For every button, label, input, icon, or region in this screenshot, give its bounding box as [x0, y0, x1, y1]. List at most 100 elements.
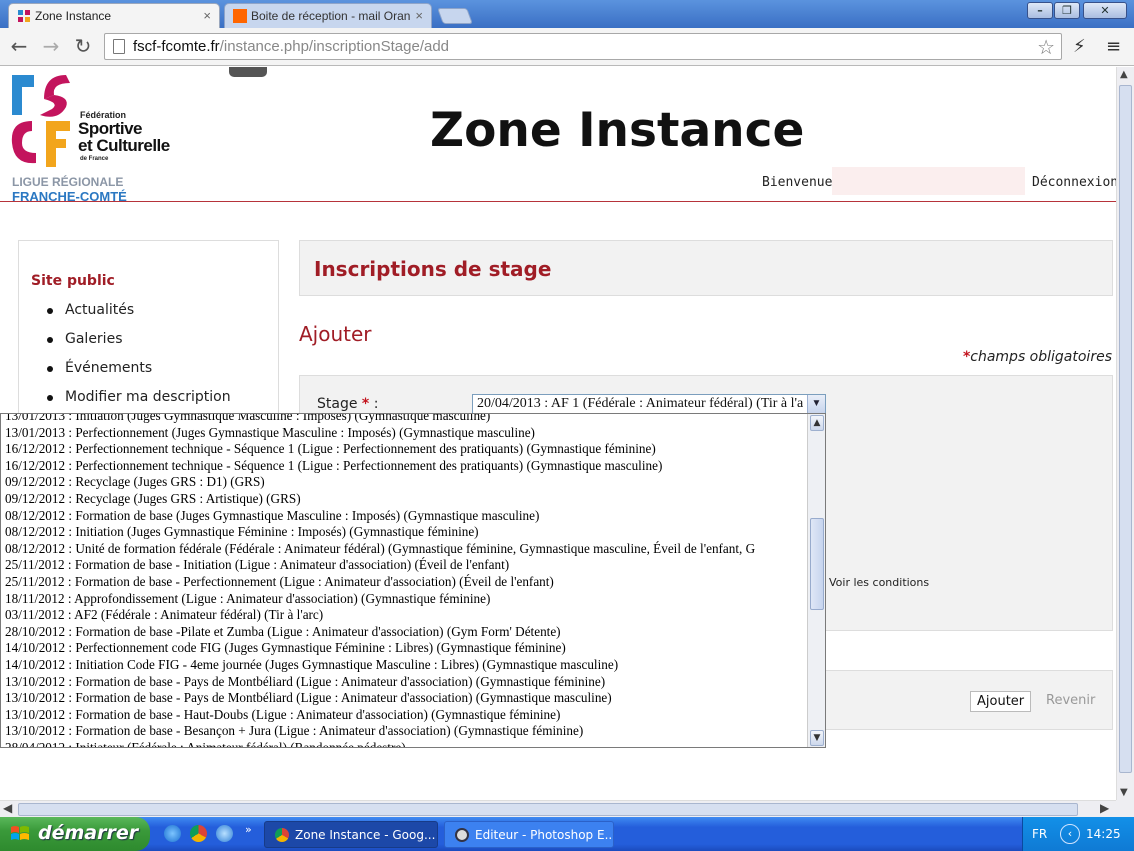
quicklaunch-more-icon[interactable]: » [245, 823, 252, 836]
logo-de-france-text: de France [80, 156, 109, 162]
list-item[interactable]: 14/10/2012 : Initiation Code FIG - 4eme … [1, 657, 807, 674]
taskbar-item-label: Zone Instance - Goog... [295, 828, 436, 842]
list-item[interactable]: 08/12/2012 : Unité de formation fédérale… [1, 541, 807, 558]
taskbar-item-photoshop[interactable]: Editeur - Photoshop E... [444, 821, 614, 848]
chrome-icon[interactable] [190, 825, 207, 842]
windows-taskbar: démarrer » Zone Instance - Goog... Edite… [0, 817, 1134, 851]
tab-close-icon[interactable]: × [415, 8, 423, 23]
taskbar-item-label: Editeur - Photoshop E... [475, 828, 614, 842]
dropdown-scroll-thumb[interactable] [810, 518, 824, 610]
start-button[interactable]: démarrer [0, 817, 150, 851]
scroll-left-arrow-icon[interactable]: ◀ [3, 801, 12, 815]
back-link[interactable]: Revenir [1046, 693, 1095, 708]
list-item[interactable]: 13/10/2012 : Formation de base - Pays de… [1, 674, 807, 691]
stage-dropdown-list[interactable]: 13/01/2013 : Initiation (Juges Gymnastiq… [0, 413, 826, 748]
list-item[interactable]: 13/10/2012 : Formation de base - Haut-Do… [1, 707, 807, 724]
page-hscroll-thumb[interactable] [18, 803, 1078, 816]
tab-zone-instance[interactable]: Zone Instance × [8, 3, 220, 28]
list-item[interactable]: 03/11/2012 : AF2 (Fédérale : Animateur f… [1, 607, 807, 624]
page-horizontal-scrollbar[interactable]: ◀ ▶ [0, 800, 1116, 817]
sidebar-item-actualites[interactable]: Actualités [45, 302, 231, 331]
scroll-down-arrow-icon[interactable]: ▼ [810, 730, 824, 746]
required-fields-note: *champs obligatoires [963, 349, 1112, 365]
section-title: Inscriptions de stage [314, 257, 552, 281]
minimize-button[interactable]: – [1027, 2, 1053, 19]
toolbar-toggle-handle[interactable] [229, 67, 267, 77]
maximize-button[interactable]: ❐ [1054, 2, 1080, 19]
scroll-up-arrow-icon[interactable]: ▲ [1120, 69, 1128, 80]
redacted-username [832, 167, 1025, 195]
new-tab-button[interactable] [437, 8, 473, 24]
list-item[interactable]: 13/10/2012 : Formation de base - Besanço… [1, 723, 807, 740]
language-indicator[interactable]: FR [1032, 827, 1047, 841]
logo-culturelle-text: et Culturelle [78, 136, 170, 155]
sidebar-menu: Actualités Galeries Événements Modifier … [45, 302, 231, 418]
stage-label-colon: : [369, 396, 379, 412]
required-note-text: champs obligatoires [970, 349, 1112, 365]
list-item[interactable]: 16/12/2012 : Perfectionnement technique … [1, 458, 807, 475]
list-item[interactable]: 08/12/2012 : Formation de base (Juges Gy… [1, 508, 807, 525]
list-item[interactable]: 14/10/2012 : Perfectionnement code FIG (… [1, 640, 807, 657]
site-title: Zone Instance [430, 103, 805, 158]
list-item[interactable]: 25/11/2012 : Formation de base - Perfect… [1, 574, 807, 591]
windows-flag-icon [11, 826, 29, 840]
address-bar[interactable]: fscf-fcomte.fr/instance.php/inscriptionS… [104, 33, 1062, 60]
list-item[interactable]: 16/12/2012 : Perfectionnement technique … [1, 441, 807, 458]
logo-ligue-text: LIGUE RÉGIONALE [12, 175, 124, 189]
scroll-up-arrow-icon[interactable]: ▲ [810, 415, 824, 431]
photoshop-icon [455, 828, 469, 842]
logout-link[interactable]: Déconnexion [1032, 175, 1116, 190]
chrome-menu-icon[interactable]: ≡ [1106, 36, 1121, 57]
internet-explorer-icon[interactable] [164, 825, 181, 842]
page-vertical-scrollbar[interactable]: ▲ ▼ [1116, 67, 1134, 800]
forward-arrow-icon[interactable]: → [40, 36, 62, 58]
tab-title: Zone Instance [35, 9, 112, 23]
scroll-right-arrow-icon[interactable]: ▶ [1100, 801, 1109, 815]
sidebar-item-galeries[interactable]: Galeries [45, 331, 231, 360]
list-item[interactable]: 28/04/2012 : Initiateur (Fédérale : Anim… [1, 740, 807, 747]
list-item[interactable]: 18/11/2012 : Approfondissement (Ligue : … [1, 591, 807, 608]
section-header: Inscriptions de stage [299, 240, 1113, 296]
tab-title: Boite de réception - mail Oran [251, 9, 411, 23]
list-item[interactable]: 13/01/2013 : Perfectionnement (Juges Gym… [1, 425, 807, 442]
stage-label-text: Stage [317, 396, 358, 412]
list-item[interactable]: 08/12/2012 : Initiation (Juges Gymnastiq… [1, 524, 807, 541]
scrollbar-corner [1116, 800, 1134, 817]
sidebar-item-evenements[interactable]: Événements [45, 360, 231, 389]
list-item[interactable]: 09/12/2012 : Recyclage (Juges GRS : D1) … [1, 474, 807, 491]
dropdown-scrollbar[interactable]: ▲ ▼ [807, 414, 825, 747]
window-close-button[interactable]: ✕ [1083, 2, 1127, 19]
tray-expand-icon[interactable]: ‹ [1060, 824, 1080, 844]
page-scroll-thumb[interactable] [1119, 85, 1132, 773]
add-button[interactable]: Ajouter [970, 691, 1032, 712]
stage-select[interactable]: 20/04/2013 : AF 1 (Fédérale : Animateur … [472, 394, 826, 415]
page-icon [113, 39, 125, 54]
fscf-favicon-icon [18, 10, 30, 22]
back-arrow-icon[interactable]: ← [8, 36, 30, 58]
fscf-logo-mark-icon [11, 75, 70, 167]
conditions-link[interactable]: Voir les conditions [829, 576, 929, 589]
list-item[interactable]: 25/11/2012 : Formation de base - Initiat… [1, 557, 807, 574]
list-item[interactable]: 09/12/2012 : Recyclage (Juges GRS : Arti… [1, 491, 807, 508]
list-item[interactable]: 13/10/2012 : Formation de base - Pays de… [1, 690, 807, 707]
dropdown-options: 13/01/2013 : Initiation (Juges Gymnastiq… [1, 414, 807, 747]
chevron-down-icon[interactable]: ▼ [807, 395, 825, 414]
stage-label: Stage * : [317, 396, 378, 412]
quicklaunch-app-icon[interactable] [216, 825, 233, 842]
clock: 14:25 [1086, 827, 1121, 841]
tab-close-icon[interactable]: × [203, 8, 211, 23]
list-item[interactable]: 28/10/2012 : Formation de base -Pilate e… [1, 624, 807, 641]
fscf-logo[interactable]: Fédération Sportive et Culturelle de Fra… [10, 69, 190, 204]
tab-orange-mail[interactable]: Boite de réception - mail Oran × [224, 3, 432, 28]
list-item[interactable]: 13/01/2013 : Initiation (Juges Gymnastiq… [1, 414, 807, 425]
sidebar-title[interactable]: Site public [31, 273, 115, 289]
reload-icon[interactable]: ↻ [72, 36, 94, 58]
browser-toolbar: ← → ↻ fscf-fcomte.fr/instance.php/inscri… [0, 28, 1134, 66]
scroll-down-arrow-icon[interactable]: ▼ [1120, 787, 1128, 798]
page-subtitle: Ajouter [299, 322, 372, 346]
browser-tab-strip: Zone Instance × Boite de réception - mai… [0, 0, 1134, 28]
taskbar-item-chrome[interactable]: Zone Instance - Goog... [264, 821, 438, 848]
bookmark-star-icon[interactable]: ☆ [1037, 35, 1055, 60]
stage-selected-value: 20/04/2013 : AF 1 (Fédérale : Animateur … [477, 396, 804, 411]
extension-lightning-icon[interactable]: ⚡ [1073, 36, 1086, 57]
